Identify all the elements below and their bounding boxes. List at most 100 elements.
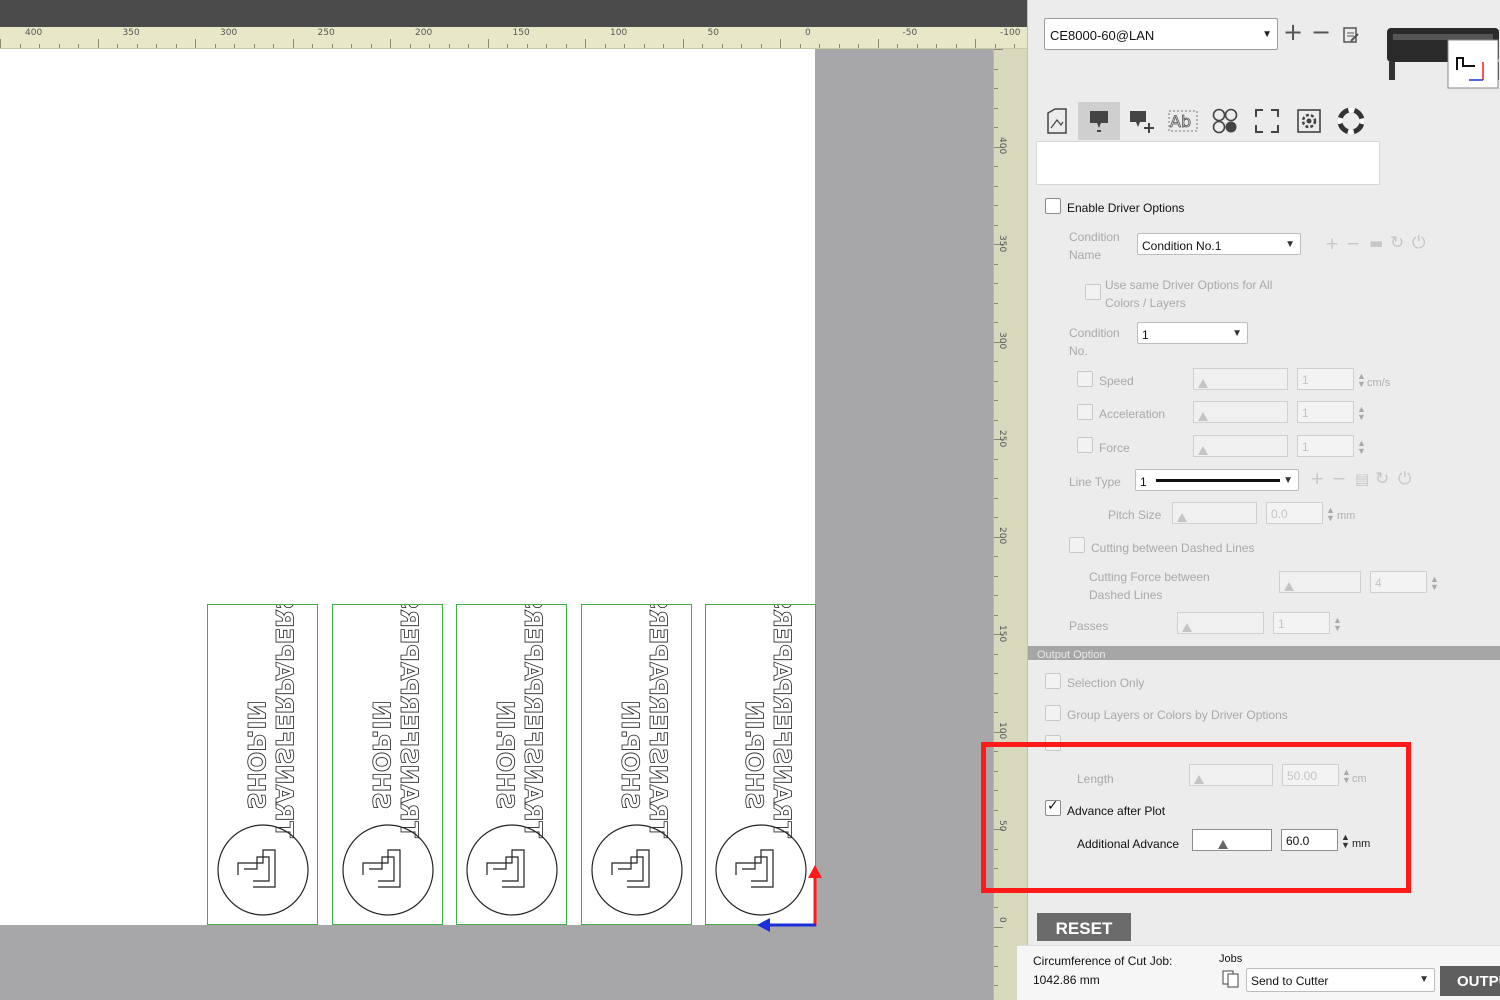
tab-text[interactable]: Ab	[1162, 102, 1204, 140]
tab-crop-frame[interactable]	[1246, 102, 1288, 140]
cutting-force-dashed-stepper-icon[interactable]: ▲ ▼	[1430, 575, 1439, 592]
tab-cutter-condition[interactable]	[1078, 102, 1120, 140]
send-to-select[interactable]: Send to Cutter ▼	[1246, 968, 1435, 992]
ruler-tick	[195, 39, 196, 48]
plotter-icon	[1387, 28, 1499, 89]
tab-registration-marks[interactable]	[1204, 102, 1246, 140]
label-line-2: SHOP.IN	[740, 700, 768, 809]
ruler-tick	[994, 263, 998, 265]
ruler-tick	[468, 44, 469, 48]
chevron-down-icon: ▼	[1232, 328, 1242, 339]
passes-stepper-icon[interactable]: ▲ ▼	[1333, 616, 1342, 633]
save-icon[interactable]: ▬	[1369, 235, 1383, 252]
cutting-between-dashed-checkbox[interactable]	[1069, 537, 1085, 553]
ruler-tick	[799, 44, 801, 48]
device-select[interactable]: CE8000-60@LAN ▼	[1044, 18, 1278, 50]
cut-label-card[interactable]: TRANSFERPAPERS SHOP.IN	[580, 604, 692, 925]
selection-only-checkbox[interactable]	[1045, 673, 1061, 689]
minus-icon[interactable]: −	[1332, 471, 1346, 488]
plus-icon[interactable]: +	[1283, 20, 1303, 44]
reset-button[interactable]: RESET	[1037, 913, 1131, 941]
ruler-label: 0	[997, 917, 1007, 923]
jobs-label: Jobs	[1219, 953, 1243, 965]
output-option-title: Output Option	[1037, 649, 1106, 661]
tab-document[interactable]	[1036, 102, 1078, 140]
ruler-tick	[1014, 44, 1015, 48]
acceleration-stepper-icon[interactable]: ▲ ▼	[1357, 405, 1366, 422]
ruler-tick	[994, 107, 998, 109]
label-line-1: TRANSFERPAPERS	[395, 605, 423, 838]
pitch-size-slider[interactable]	[1172, 502, 1257, 524]
ruler-tick	[19, 44, 21, 48]
force-input[interactable]: 1	[1297, 435, 1354, 457]
ruler-tick	[253, 44, 255, 48]
acceleration-checkbox[interactable]	[1077, 404, 1093, 420]
cutting-force-dashed-input[interactable]: 4	[1370, 571, 1427, 593]
condition-no-select[interactable]: 1 ▼	[1137, 322, 1248, 344]
passes-input[interactable]: 1	[1273, 612, 1330, 634]
logo-mark	[610, 849, 650, 888]
tab-settings[interactable]	[1288, 102, 1330, 140]
force-stepper-icon[interactable]: ▲ ▼	[1357, 439, 1366, 456]
ruler-tick	[117, 44, 118, 48]
edit-icon[interactable]	[1342, 26, 1360, 44]
cut-label-card[interactable]: TRANSFERPAPERS SHOP.IN	[207, 604, 318, 925]
ruler-tick	[994, 673, 998, 674]
ruler-label: 400	[25, 28, 43, 38]
power-icon[interactable]: ⏻	[1398, 471, 1411, 488]
edit-icon[interactable]: ▤	[1355, 471, 1369, 488]
ruler-tick	[994, 692, 998, 694]
cut-label-card[interactable]: TRANSFERPAPERS SHOP.IN	[456, 604, 567, 925]
line-type-select[interactable]: 1 ▼	[1135, 469, 1299, 491]
ruler-tick	[643, 44, 645, 48]
use-same-options-checkbox[interactable]	[1085, 284, 1101, 300]
pitch-size-stepper-icon[interactable]: ▲ ▼	[1326, 506, 1335, 523]
output-button[interactable]: OUTPU	[1440, 966, 1500, 996]
speed-stepper-icon[interactable]: ▲ ▼	[1357, 372, 1366, 389]
ruler-tick	[994, 926, 1003, 928]
circumference-label: Circumference of Cut Job:	[1033, 954, 1173, 968]
plus-icon[interactable]: +	[1310, 471, 1324, 488]
cut-label-card[interactable]: TRANSFERPAPERS SHOP.IN	[331, 604, 443, 925]
minus-icon[interactable]: −	[1311, 20, 1331, 44]
tab-add-cutter[interactable]	[1120, 102, 1162, 140]
speed-slider[interactable]	[1193, 368, 1288, 390]
chevron-down-icon: ▼	[1285, 239, 1295, 250]
pitch-size-input[interactable]: 0.0	[1266, 502, 1323, 524]
acceleration-label: Acceleration	[1099, 407, 1166, 421]
enable-driver-options-label: Enable Driver Options	[1067, 201, 1185, 215]
ruler-tick	[409, 44, 411, 48]
force-checkbox[interactable]	[1077, 437, 1093, 453]
cutting-force-dashed-slider[interactable]	[1279, 571, 1361, 593]
ruler-tick	[760, 44, 762, 48]
line-type-value: 1	[1140, 475, 1147, 489]
enable-driver-options-checkbox[interactable]	[1045, 198, 1061, 214]
line-type-label: Line Type	[1069, 475, 1121, 489]
registration-marks-icon	[1212, 108, 1238, 134]
passes-slider[interactable]	[1177, 612, 1264, 634]
acceleration-input[interactable]: 1	[1297, 401, 1354, 423]
refresh-icon[interactable]: ↻	[1375, 471, 1389, 488]
condition-name-select[interactable]: Condition No.1 ▼	[1137, 233, 1301, 255]
ruler-label: 100	[997, 722, 1007, 740]
speed-checkbox[interactable]	[1077, 371, 1093, 387]
condition-no-value: 1	[1142, 328, 1149, 342]
document-icon	[1047, 108, 1067, 134]
speed-input[interactable]: 1	[1297, 368, 1354, 390]
tab-help[interactable]	[1330, 102, 1372, 140]
group-layers-checkbox[interactable]	[1045, 705, 1061, 721]
ruler-tick	[994, 68, 998, 70]
highlight-box	[981, 742, 1411, 893]
condition-name-label: Condition Name	[1069, 230, 1120, 262]
minus-icon[interactable]: −	[1346, 236, 1360, 253]
force-slider[interactable]	[1193, 435, 1288, 457]
passes-label: Passes	[1069, 619, 1109, 633]
plus-icon[interactable]: +	[1325, 236, 1339, 253]
settings-icon	[1297, 109, 1321, 133]
ruler-tick	[994, 185, 998, 187]
logo-circle	[466, 824, 558, 916]
acceleration-slider[interactable]	[1193, 401, 1288, 423]
power-icon[interactable]: ⏻	[1412, 235, 1425, 252]
copy-pages-icon[interactable]	[1221, 969, 1241, 989]
refresh-icon[interactable]: ↻	[1390, 235, 1404, 252]
